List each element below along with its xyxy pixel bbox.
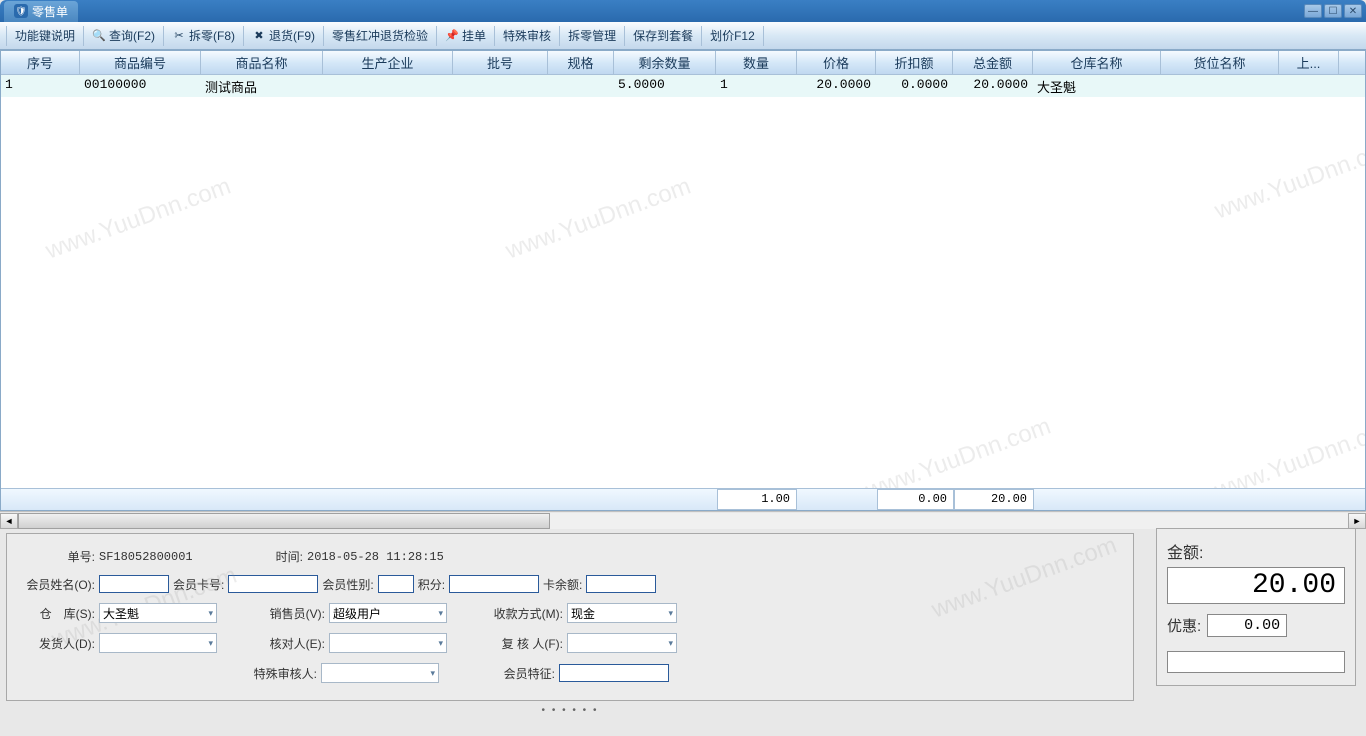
warehouse-label: 仓 库(S): — [25, 605, 95, 622]
hold-icon: 📌 — [445, 29, 459, 43]
table-row[interactable]: 1 00100000 测试商品 5.0000 1 20.0000 0.0000 … — [1, 75, 1365, 97]
reviewer-combo[interactable] — [567, 633, 677, 653]
watermark: www.YuuDnn.com — [1211, 413, 1365, 488]
app-icon: 🛡 — [14, 4, 28, 18]
watermark: www.YuuDnn.com — [1211, 133, 1365, 226]
resize-grip[interactable]: • • • • • • — [0, 705, 1140, 716]
horizontal-scrollbar[interactable]: ◄ ► — [0, 511, 1366, 529]
salesman-combo[interactable]: 超级用户 — [329, 603, 447, 623]
sum-discount: 0.00 — [877, 489, 954, 510]
shipper-combo[interactable] — [99, 633, 217, 653]
help-button[interactable]: 功能键说明 — [9, 24, 81, 47]
time-value: 2018-05-28 11:28:15 — [307, 550, 444, 564]
col-spec[interactable]: 规格 — [548, 51, 614, 74]
card-balance-label: 卡余额: — [543, 576, 582, 593]
titlebar: 🛡 零售单 — ☐ ✕ — [0, 0, 1366, 22]
summary-row: 1.00 0.00 20.00 — [1, 488, 1365, 510]
search-icon: 🔍 — [92, 29, 106, 43]
discount-label: 优惠: — [1167, 615, 1201, 636]
col-total[interactable]: 总金额 — [953, 51, 1033, 74]
col-seq[interactable]: 序号 — [1, 51, 80, 74]
time-label: 时间: — [243, 548, 303, 565]
hold-button[interactable]: 📌挂单 — [439, 24, 492, 47]
toolbar: 功能键说明 🔍查询(F2) ✂拆零(F8) ✖退货(F9) 零售红冲退货检验 📌… — [0, 22, 1366, 50]
data-table: 序号 商品编号 商品名称 生产企业 批号 规格 剩余数量 数量 价格 折扣额 总… — [0, 50, 1366, 511]
pay-method-label: 收款方式(M): — [485, 605, 563, 622]
col-batch[interactable]: 批号 — [453, 51, 548, 74]
split-button[interactable]: ✂拆零(F8) — [166, 24, 241, 47]
checker-combo[interactable] — [329, 633, 447, 653]
amount-box: 金额: 20.00 优惠: 0.00 — [1156, 528, 1356, 686]
sum-total: 20.00 — [954, 489, 1034, 510]
window-title: 零售单 — [32, 3, 68, 20]
close-button[interactable]: ✕ — [1344, 4, 1362, 18]
member-sex-label: 会员性别: — [322, 576, 373, 593]
amount-value: 20.00 — [1167, 567, 1345, 604]
extra-input[interactable] — [1167, 651, 1345, 673]
points-label: 积分: — [418, 576, 445, 593]
col-price[interactable]: 价格 — [797, 51, 876, 74]
split-icon: ✂ — [172, 29, 186, 43]
price-f12-button[interactable]: 划价F12 — [704, 24, 761, 47]
title-tab: 🛡 零售单 — [4, 1, 78, 22]
col-discount[interactable]: 折扣额 — [876, 51, 953, 74]
member-feature-input[interactable] — [559, 664, 669, 682]
save-set-button[interactable]: 保存到套餐 — [627, 24, 699, 47]
return-icon: ✖ — [252, 29, 266, 43]
order-no-value: SF18052800001 — [99, 550, 239, 564]
watermark: www.YuuDnn.com — [502, 173, 695, 266]
amount-label: 金额: — [1167, 539, 1345, 563]
return-check-button[interactable]: 零售红冲退货检验 — [326, 24, 434, 47]
col-location[interactable]: 货位名称 — [1161, 51, 1279, 74]
special-audit-button[interactable]: 特殊审核 — [497, 24, 557, 47]
shipper-label: 发货人(D): — [25, 635, 95, 652]
scroll-thumb[interactable] — [18, 513, 550, 529]
member-card-input[interactable] — [228, 575, 318, 593]
watermark: www.YuuDnn.com — [42, 173, 235, 266]
special-auditor-combo[interactable] — [321, 663, 439, 683]
watermark: www.YuuDnn.com — [862, 413, 1055, 488]
table-header: 序号 商品编号 商品名称 生产企业 批号 规格 剩余数量 数量 价格 折扣额 总… — [1, 51, 1365, 75]
card-balance-input[interactable] — [586, 575, 656, 593]
member-name-label: 会员姓名(O): — [25, 576, 95, 593]
sum-qty: 1.00 — [717, 489, 797, 510]
salesman-label: 销售员(V): — [255, 605, 325, 622]
member-card-label: 会员卡号: — [173, 576, 224, 593]
scroll-right-icon[interactable]: ► — [1348, 513, 1366, 529]
member-sex-input[interactable] — [378, 575, 414, 593]
col-remain[interactable]: 剩余数量 — [614, 51, 716, 74]
col-manufacturer[interactable]: 生产企业 — [323, 51, 453, 74]
scroll-left-icon[interactable]: ◄ — [0, 513, 18, 529]
special-auditor-label: 特殊审核人: — [247, 665, 317, 682]
order-no-label: 单号: — [25, 548, 95, 565]
reviewer-label: 复 核 人(F): — [485, 635, 563, 652]
maximize-button[interactable]: ☐ — [1324, 4, 1342, 18]
col-warehouse[interactable]: 仓库名称 — [1033, 51, 1161, 74]
table-body[interactable]: 1 00100000 测试商品 5.0000 1 20.0000 0.0000 … — [1, 75, 1365, 488]
points-input[interactable] — [449, 575, 539, 593]
minimize-button[interactable]: — — [1304, 4, 1322, 18]
col-name[interactable]: 商品名称 — [201, 51, 323, 74]
member-feature-label: 会员特征: — [477, 665, 555, 682]
member-name-input[interactable] — [99, 575, 169, 593]
discount-value: 0.00 — [1207, 614, 1287, 637]
form-panel: www.YuuDnn.com www.YuuDnn.com 单号: SF1805… — [6, 533, 1134, 701]
checker-label: 核对人(E): — [255, 635, 325, 652]
col-code[interactable]: 商品编号 — [80, 51, 201, 74]
col-more[interactable]: 上... — [1279, 51, 1339, 74]
col-qty[interactable]: 数量 — [716, 51, 797, 74]
split-manage-button[interactable]: 拆零管理 — [562, 24, 622, 47]
query-button[interactable]: 🔍查询(F2) — [86, 24, 161, 47]
return-button[interactable]: ✖退货(F9) — [246, 24, 321, 47]
pay-method-combo[interactable]: 现金 — [567, 603, 677, 623]
warehouse-combo[interactable]: 大圣魁 — [99, 603, 217, 623]
